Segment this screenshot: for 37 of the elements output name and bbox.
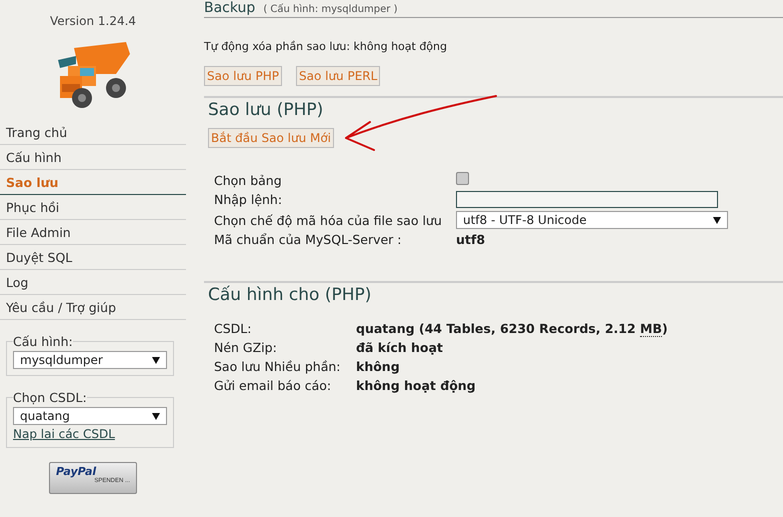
info-label: Gửi email báo cáo: (214, 378, 332, 393)
version-label: Version 1.24.4 (48, 14, 138, 28)
command-input-field[interactable] (456, 191, 718, 208)
auto-delete-text: Tự động xóa phần sao lưu: không hoạt động (204, 40, 448, 53)
database-select[interactable]: quatang (13, 407, 167, 425)
info-value: không hoạt động (356, 378, 477, 393)
info-value: quatang (44 Tables, 6230 Records, 2.12 MB) (356, 321, 669, 336)
form-label: Mã chuẩn của MySQL-Server : (214, 232, 403, 247)
page-subtitle: ( Cấu hình: mysqldumper ) (263, 4, 398, 15)
nav-item[interactable]: Duyệt SQL (0, 245, 186, 270)
form-value: utf8 (456, 232, 486, 247)
caret-icon (152, 356, 160, 364)
nav-item[interactable]: Cấu hình (0, 145, 186, 170)
nav-item[interactable]: Yêu cầu / Trợ giúp (0, 295, 186, 320)
info-label: CSDL: (214, 321, 252, 336)
nav-item[interactable]: File Admin (0, 220, 186, 245)
page-title: Backup (204, 0, 256, 16)
form-label: Chọn chế độ mã hóa của file sao lưu (214, 212, 443, 228)
caret-icon (152, 412, 160, 420)
encoding-select[interactable]: utf8 - UTF-8 Unicode (456, 211, 728, 229)
form-label: Chọn bảng (214, 172, 283, 188)
fieldset-legend: Chọn CSDL: (13, 390, 87, 405)
reload-databases-link[interactable]: Nap lai các CSDL (13, 427, 115, 441)
form-label: Nhập lệnh: (214, 192, 284, 207)
fieldset-legend: Cấu hình: (13, 334, 73, 349)
info-label: Nén GZip: (214, 340, 278, 355)
caret-icon (713, 216, 721, 224)
nav-item[interactable]: Trang chủ (0, 120, 186, 145)
info-value: không (356, 359, 401, 374)
section-heading: Sao lưu (PHP) (208, 100, 324, 120)
section-heading: Cấu hình cho (PHP) (208, 285, 372, 305)
checkbox[interactable] (456, 172, 469, 185)
info-label: Sao lưu Nhiều phần: (214, 359, 342, 374)
nav-item[interactable]: Phục hồi (0, 195, 186, 220)
nav-item[interactable]: Log (0, 270, 186, 295)
config-select[interactable]: mysqldumper (13, 351, 167, 369)
info-value: đã kích hoạt (356, 340, 444, 355)
